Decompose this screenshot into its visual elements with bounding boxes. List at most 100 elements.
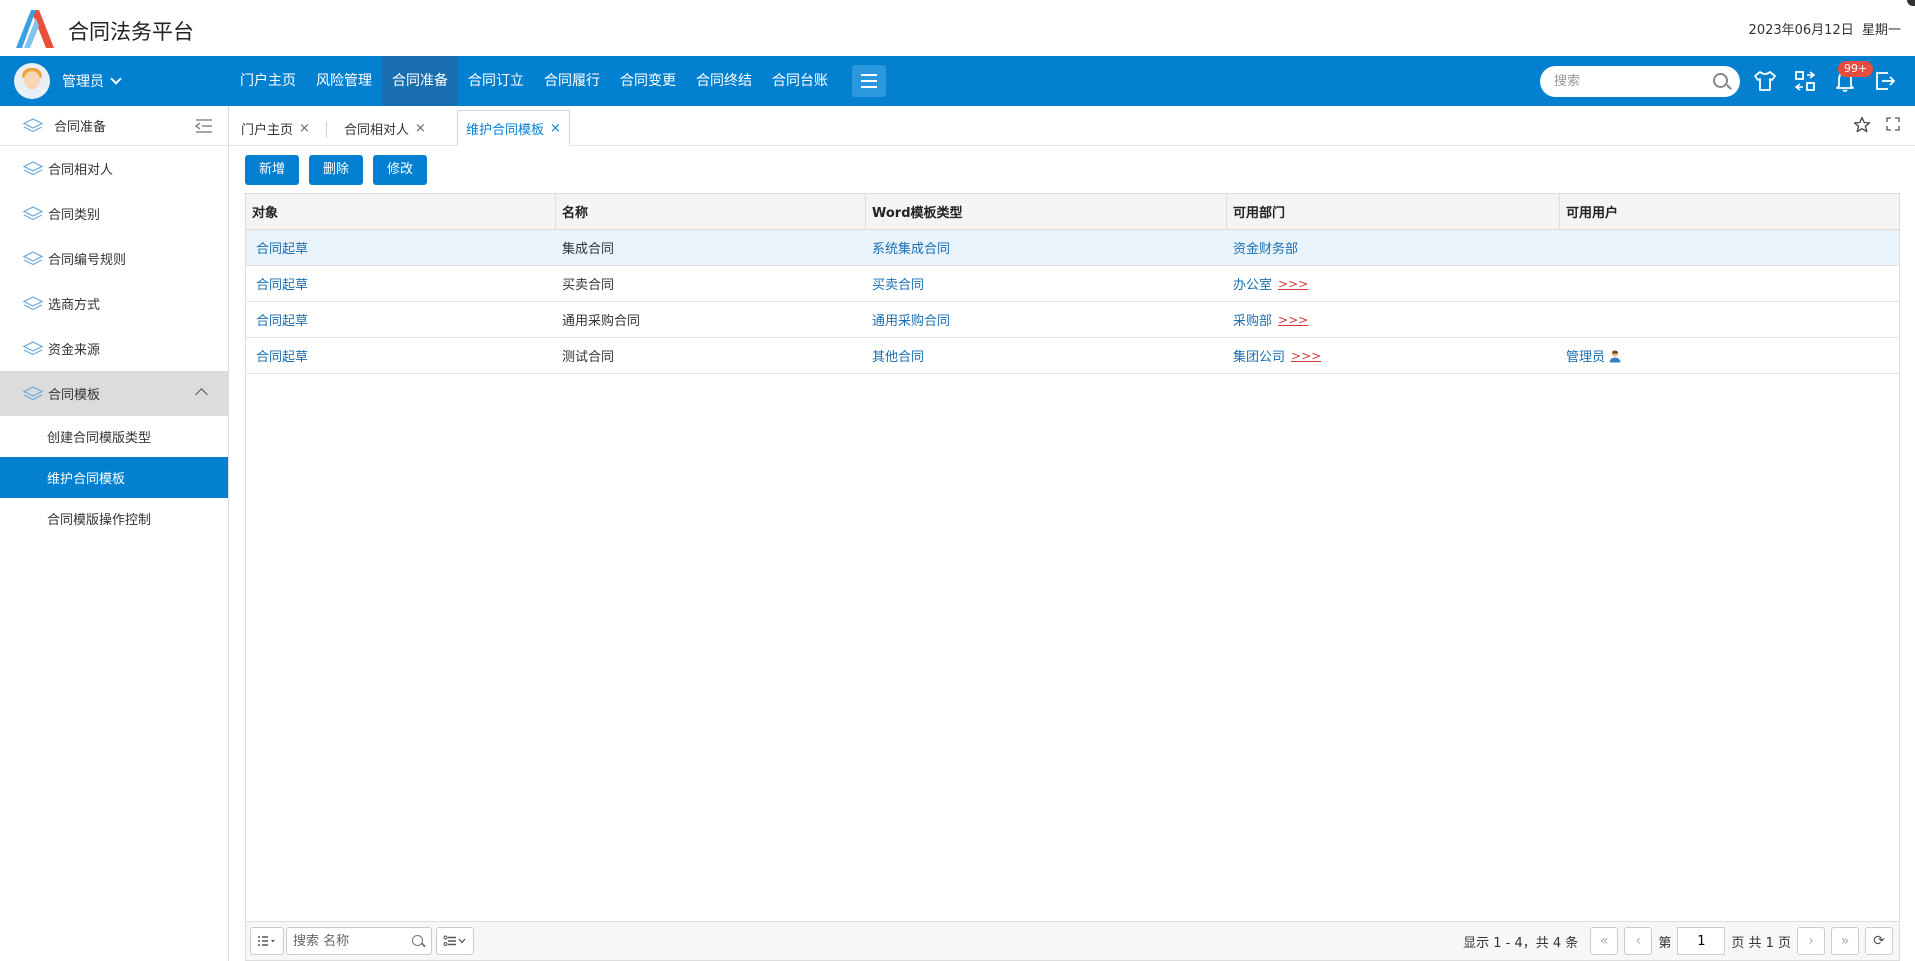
add-button[interactable]: 新增 <box>245 155 300 185</box>
nav-item-portal[interactable]: 门户主页 <box>230 56 306 106</box>
sidebar-sub-maintain-template[interactable]: 维护合同模板 <box>0 457 228 498</box>
department-link[interactable]: 集团公司 <box>1233 346 1285 365</box>
star-icon[interactable] <box>1853 116 1871 134</box>
nav-item-ledger[interactable]: 合同台账 <box>762 56 838 106</box>
nav-item-termination[interactable]: 合同终结 <box>686 56 762 106</box>
chevron-up-icon <box>195 388 208 401</box>
sidebar-item-vendor-selection[interactable]: 选商方式 <box>0 281 228 326</box>
sidebar-item-counterparty[interactable]: 合同相对人 <box>0 146 228 191</box>
nav-item-preparation[interactable]: 合同准备 <box>382 56 458 106</box>
tab-separator <box>326 122 327 138</box>
word-type-link[interactable]: 其他合同 <box>872 346 924 365</box>
last-page-icon[interactable]: » <box>1831 927 1859 955</box>
collapse-sidebar-icon[interactable] <box>194 118 214 134</box>
table-row[interactable]: 合同起草 买卖合同 买卖合同 办公室 >>> <box>246 266 1899 302</box>
word-type-link[interactable]: 系统集成合同 <box>872 238 950 257</box>
column-header-name[interactable]: 名称 <box>556 194 866 229</box>
tab-bar: 门户主页 × 合同相对人 × 维护合同模板 × <box>229 106 1915 146</box>
more-departments-link[interactable]: >>> <box>1278 313 1308 327</box>
department-link[interactable]: 资金财务部 <box>1233 238 1298 257</box>
menu-more-icon[interactable] <box>852 65 886 97</box>
sidebar-title: 合同准备 <box>54 120 107 135</box>
column-filter-icon[interactable] <box>436 927 474 955</box>
column-header-departments[interactable]: 可用部门 <box>1227 194 1560 229</box>
notification-badge: 99+ <box>1838 61 1874 77</box>
list-options-icon[interactable] <box>250 927 284 955</box>
pager-search-input[interactable] <box>287 928 407 954</box>
nav-search-input[interactable] <box>1540 66 1700 97</box>
more-departments-link[interactable]: >>> <box>1278 277 1308 291</box>
delete-button[interactable]: 删除 <box>309 155 364 185</box>
prev-page-icon[interactable]: ‹ <box>1624 927 1653 955</box>
department-link[interactable]: 采购部 <box>1233 310 1272 329</box>
more-departments-link[interactable]: >>> <box>1291 349 1321 363</box>
tab-label: 维护合同模板 <box>466 122 545 138</box>
next-page-icon[interactable]: › <box>1797 927 1825 955</box>
search-icon[interactable] <box>1713 73 1728 88</box>
weekday-value: 星期一 <box>1861 23 1901 38</box>
tab-portal[interactable]: 门户主页 × <box>233 110 318 146</box>
column-header-users[interactable]: 可用用户 <box>1560 194 1899 229</box>
close-icon[interactable]: × <box>415 121 426 136</box>
sidebar-item-template[interactable]: 合同模板 <box>0 371 228 416</box>
refresh-icon[interactable]: ⟳ <box>1865 927 1893 955</box>
table-row[interactable]: 合同起草 测试合同 其他合同 集团公司 >>> 管理员 <box>246 338 1899 374</box>
user-menu[interactable]: 管理员 <box>14 63 122 99</box>
sidebar-item-fund-source[interactable]: 资金来源 <box>0 326 228 371</box>
sidebar-item-label: 合同类别 <box>48 208 101 223</box>
nav-search-box <box>1540 66 1740 97</box>
fullscreen-icon[interactable] <box>1885 116 1901 132</box>
sidebar-item-label: 合同编号规则 <box>48 253 127 268</box>
logout-icon[interactable] <box>1872 68 1898 94</box>
sidebar-item-category[interactable]: 合同类别 <box>0 191 228 236</box>
close-icon[interactable]: × <box>299 121 310 136</box>
app-title: 合同法务平台 <box>68 20 194 44</box>
page-suffix: 页 共 1 页 <box>1731 935 1791 951</box>
first-page-icon[interactable]: « <box>1590 927 1619 955</box>
sidebar-item-numbering-rule[interactable]: 合同编号规则 <box>0 236 228 281</box>
grid-toolbar: 新增 删除 修改 <box>245 155 428 185</box>
word-type-link[interactable]: 买卖合同 <box>872 274 924 293</box>
user-person-icon <box>1609 350 1621 362</box>
column-header-object[interactable]: 对象 <box>246 194 556 229</box>
tab-maintain-template[interactable]: 维护合同模板 × <box>457 110 570 146</box>
department-link[interactable]: 办公室 <box>1233 274 1272 293</box>
layers-icon <box>22 340 44 355</box>
object-link[interactable]: 合同起草 <box>256 274 308 293</box>
template-name: 测试合同 <box>562 350 615 365</box>
template-name: 买卖合同 <box>562 278 615 293</box>
grid-header: 对象 名称 Word模板类型 可用部门 可用用户 <box>246 194 1899 230</box>
chevron-down-icon <box>110 73 122 85</box>
switch-layout-icon[interactable] <box>1792 68 1818 94</box>
search-icon[interactable] <box>412 935 423 946</box>
sidebar-sub-create-template-type[interactable]: 创建合同模版类型 <box>0 416 228 457</box>
main-navbar: 管理员 门户主页 风险管理 合同准备 合同订立 合同履行 合同变更 合同终结 合… <box>0 56 1915 106</box>
object-link[interactable]: 合同起草 <box>256 238 308 257</box>
sidebar-item-label: 合同模板 <box>48 388 101 403</box>
close-icon[interactable]: × <box>550 121 561 136</box>
nav-item-signing[interactable]: 合同订立 <box>458 56 534 106</box>
nav-menu: 门户主页 风险管理 合同准备 合同订立 合同履行 合同变更 合同终结 合同台账 <box>230 56 886 106</box>
page-number-input[interactable] <box>1677 927 1726 955</box>
edit-button[interactable]: 修改 <box>373 155 428 185</box>
sidebar-item-label: 资金来源 <box>48 343 101 358</box>
object-link[interactable]: 合同起草 <box>256 346 308 365</box>
nav-item-performance[interactable]: 合同履行 <box>534 56 610 106</box>
pager-search-box <box>286 927 432 955</box>
table-row[interactable]: 合同起草 集成合同 系统集成合同 资金财务部 <box>246 230 1899 266</box>
word-type-link[interactable]: 通用采购合同 <box>872 310 950 329</box>
user-link[interactable]: 管理员 <box>1566 346 1605 365</box>
nav-item-risk[interactable]: 风险管理 <box>306 56 382 106</box>
layers-icon <box>22 250 44 265</box>
column-header-word-type[interactable]: Word模板类型 <box>866 194 1227 229</box>
object-link[interactable]: 合同起草 <box>256 310 308 329</box>
layers-icon <box>22 295 44 310</box>
sidebar-item-label: 合同相对人 <box>48 163 114 178</box>
tab-label: 合同相对人 <box>344 122 410 138</box>
theme-shirt-icon[interactable] <box>1752 68 1778 94</box>
table-row[interactable]: 合同起草 通用采购合同 通用采购合同 采购部 >>> <box>246 302 1899 338</box>
sidebar-sub-template-permission[interactable]: 合同模版操作控制 <box>0 498 228 539</box>
nav-item-change[interactable]: 合同变更 <box>610 56 686 106</box>
layers-icon <box>22 160 44 175</box>
tab-counterparty[interactable]: 合同相对人 × <box>336 110 434 146</box>
